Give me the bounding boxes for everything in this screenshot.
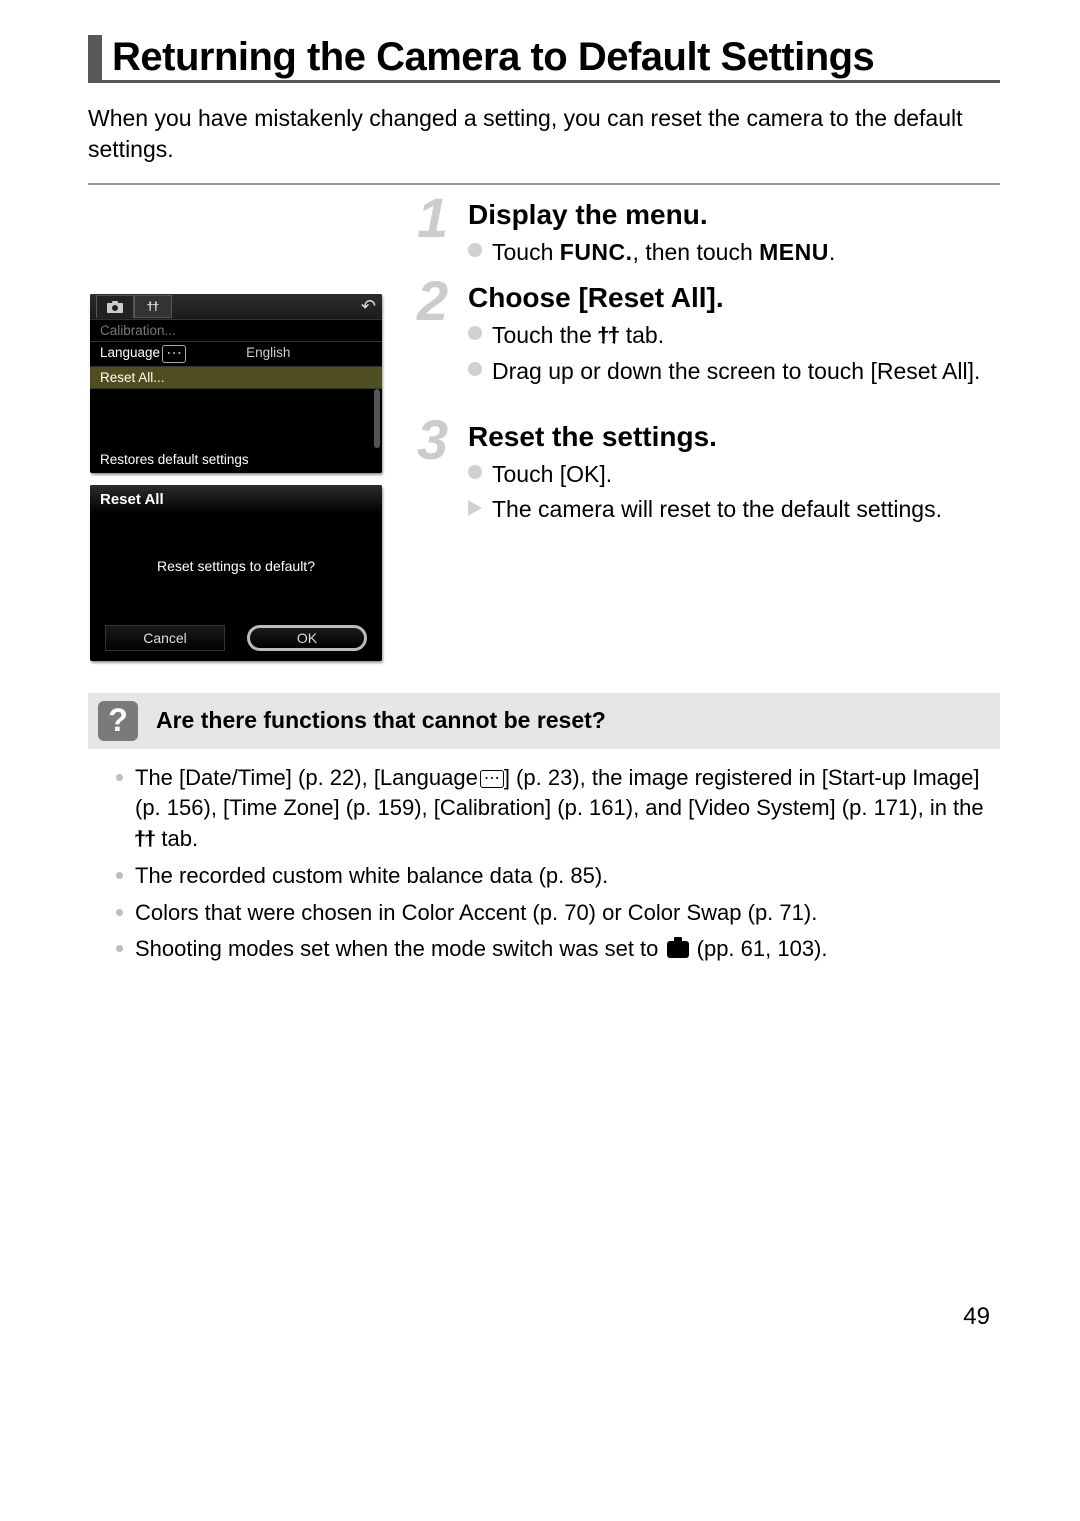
step-number: 1: [417, 185, 448, 250]
bullet-icon: [116, 945, 123, 952]
menu-row-calibration: Calibration...: [90, 319, 382, 341]
tools-tab-icon: ϯϯ: [134, 295, 172, 318]
step-title: Display the menu.: [468, 199, 1000, 231]
camera-screenshot-menu: ϯϯ ↶ Calibration... Language⋯ English Re…: [90, 294, 382, 473]
bullet-icon: [468, 326, 482, 340]
camera-tab-icon: [96, 295, 134, 318]
bullet-icon: [468, 362, 482, 376]
callout-box: ? Are there functions that cannot be res…: [88, 693, 1000, 749]
divider: [88, 183, 1000, 185]
menu-row-language: Language⋯ English: [90, 341, 382, 366]
step-number: 3: [417, 407, 448, 472]
page-title: Returning the Camera to Default Settings: [112, 35, 1000, 80]
callout-title: Are there functions that cannot be reset…: [156, 707, 606, 734]
cancel-button: Cancel: [105, 625, 225, 651]
bullet-icon: [468, 465, 482, 479]
bullet-icon: [116, 909, 123, 916]
bullet-icon: [116, 774, 123, 781]
step-result: The camera will reset to the default set…: [468, 494, 1000, 525]
step-instruction: Drag up or down the screen to touch [Res…: [468, 356, 1000, 387]
camera-icon: [667, 941, 689, 958]
intro-text: When you have mistakenly changed a setti…: [88, 103, 1000, 165]
menu-row-reset-all: Reset All...: [90, 366, 382, 388]
menu-status-text: Restores default settings: [90, 448, 382, 473]
arrow-icon: [468, 500, 482, 516]
tools-icon: ϯϯ: [135, 824, 155, 856]
note-item: Colors that were chosen in Color Accent …: [116, 898, 996, 928]
confirm-question: Reset settings to default?: [157, 558, 315, 574]
language-icon: ⋯: [480, 770, 504, 788]
note-item: The [Date/Time] (p. 22), [Language⋯] (p.…: [116, 763, 996, 856]
question-icon: ?: [98, 701, 138, 741]
step-instruction: Touch FUNC., then touch MENU.: [468, 237, 1000, 268]
step-1: 1 Display the menu. Touch FUNC., then to…: [423, 199, 1000, 268]
camera-screenshot-confirm: Reset All Reset settings to default? Can…: [90, 485, 382, 661]
return-icon: ↶: [361, 296, 376, 317]
tools-icon: ϯϯ: [598, 321, 619, 354]
ok-button: OK: [247, 625, 367, 651]
step-3: 3 Reset the settings. Touch [OK]. The ca…: [423, 421, 1000, 525]
title-bar: Returning the Camera to Default Settings: [88, 35, 1000, 83]
bullet-icon: [116, 872, 123, 879]
step-number: 2: [417, 268, 448, 333]
note-item: The recorded custom white balance data (…: [116, 861, 996, 891]
step-title: Reset the settings.: [468, 421, 1000, 453]
step-title: Choose [Reset All].: [468, 282, 1000, 314]
note-item: Shooting modes set when the mode switch …: [116, 934, 996, 964]
bullet-icon: [468, 243, 482, 257]
step-instruction: Touch the ϯϯ tab.: [468, 320, 1000, 353]
confirm-header: Reset All: [90, 485, 382, 514]
notes-list: The [Date/Time] (p. 22), [Language⋯] (p.…: [88, 749, 1000, 965]
step-instruction: Touch [OK].: [468, 459, 1000, 490]
step-2: 2 Choose [Reset All]. Touch the ϯϯ tab. …: [423, 282, 1000, 388]
page-number: 49: [963, 1303, 990, 1331]
